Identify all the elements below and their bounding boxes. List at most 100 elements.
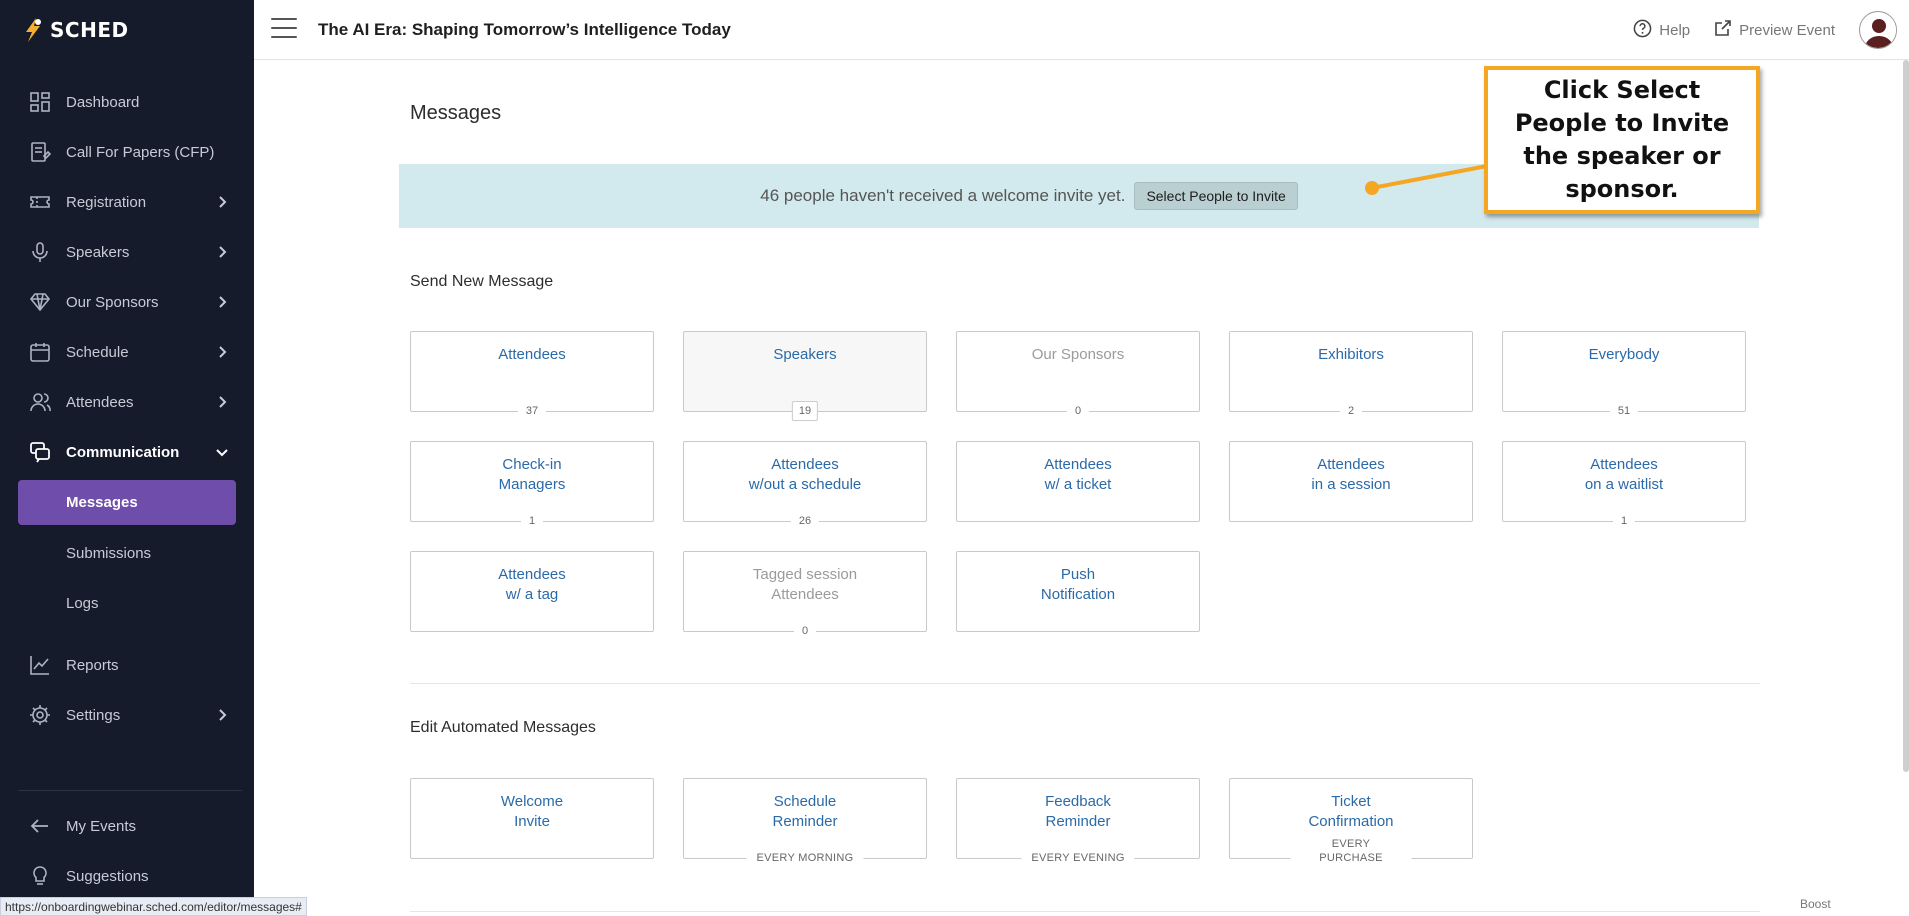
automated-tile-ticket-confirmation[interactable]: Ticket Confirmation EVERY PURCHASE xyxy=(1229,778,1473,865)
top-bar: The AI Era: Shaping Tomorrow’s Intellige… xyxy=(254,0,1909,60)
sidebar-item-attendees[interactable]: Attendees xyxy=(0,377,254,427)
instruction-callout: Click Select People to Invite the speake… xyxy=(1484,66,1760,214)
automated-tile-schedule-reminder[interactable]: Schedule Reminder EVERY MORNING xyxy=(683,778,927,865)
section-divider xyxy=(410,683,1760,684)
sidebar-item-label: Reports xyxy=(66,656,119,674)
calendar-icon xyxy=(28,340,52,364)
chart-icon xyxy=(28,653,52,677)
message-tile-checkin-managers[interactable]: Check-in Managers 1 xyxy=(410,441,654,528)
sidebar-item-suggestions[interactable]: Suggestions xyxy=(0,851,254,901)
gear-icon xyxy=(28,703,52,727)
message-tile-attendees-without-schedule[interactable]: Attendees w/out a schedule 26 xyxy=(683,441,927,528)
tile-count: 37 xyxy=(517,404,547,418)
cfp-icon xyxy=(28,140,52,164)
sched-logo[interactable]: SCHED xyxy=(22,14,129,46)
event-title: The AI Era: Shaping Tomorrow’s Intellige… xyxy=(318,20,731,39)
help-label: Help xyxy=(1659,21,1691,39)
section-divider xyxy=(410,911,1760,912)
sidebar-item-dashboard[interactable]: Dashboard xyxy=(0,77,254,127)
message-tile-push-notification[interactable]: Push Notification xyxy=(956,551,1200,632)
sidebar-subitem-logs[interactable]: Logs xyxy=(0,578,254,628)
sidebar-item-registration[interactable]: Registration xyxy=(0,177,254,227)
chevron-right-icon xyxy=(214,394,230,410)
sidebar: SCHED Dashboard Call For Papers (CFP) Re… xyxy=(0,0,254,916)
sidebar-item-my-events[interactable]: My Events xyxy=(0,801,254,851)
sidebar-item-sponsors[interactable]: Our Sponsors xyxy=(0,277,254,327)
tile-label: Exhibitors xyxy=(1318,346,1384,363)
tile-label: Attendees xyxy=(498,346,566,363)
sidebar-item-communication[interactable]: Communication xyxy=(0,427,254,477)
edit-automated-messages-title: Edit Automated Messages xyxy=(410,719,596,736)
tile-label: Ticket Confirmation xyxy=(1308,793,1394,830)
sidebar-item-speakers[interactable]: Speakers xyxy=(0,227,254,277)
chevron-right-icon xyxy=(214,244,230,260)
sidebar-item-label: Attendees xyxy=(66,393,134,411)
sidebar-bottom-nav: My Events Suggestions xyxy=(0,801,254,901)
automated-tile-feedback-reminder[interactable]: Feedback Reminder EVERY EVENING xyxy=(956,778,1200,865)
tile-frequency: EVERY MORNING xyxy=(746,851,864,865)
sidebar-item-label: Call For Papers (CFP) xyxy=(66,143,215,161)
message-tile-attendees-in-session[interactable]: Attendees in a session xyxy=(1229,441,1473,522)
tile-count: 19 xyxy=(791,401,819,421)
people-icon xyxy=(28,390,52,414)
message-tile-exhibitors[interactable]: Exhibitors 2 xyxy=(1229,331,1473,418)
page-title: Messages xyxy=(410,102,502,124)
tile-label: Attendees w/ a tag xyxy=(498,566,566,603)
tile-frequency: EVERY EVENING xyxy=(1021,851,1135,865)
tile-count: 26 xyxy=(790,514,820,528)
tile-label: Everybody xyxy=(1588,346,1660,363)
message-tile-attendees-with-tag[interactable]: Attendees w/ a tag xyxy=(410,551,654,632)
scrollbar[interactable] xyxy=(1903,60,1909,772)
tile-count: 0 xyxy=(793,624,817,638)
sched-logo-icon xyxy=(22,16,44,44)
help-link[interactable]: Help xyxy=(1633,19,1690,42)
sidebar-item-label: Our Sponsors xyxy=(66,293,159,311)
tile-count: 1 xyxy=(520,514,544,528)
message-tile-tagged-session-attendees[interactable]: Tagged session Attendees 0 xyxy=(683,551,927,638)
tile-label: Our Sponsors xyxy=(1031,346,1125,363)
invite-banner-text: 46 people haven't received a welcome inv… xyxy=(760,186,1126,205)
callout-text: Click Select People to Invite the speake… xyxy=(1514,76,1730,203)
tile-label: Feedback Reminder xyxy=(1045,793,1111,830)
sidebar-subitem-messages[interactable]: Messages xyxy=(18,480,236,525)
ticket-icon xyxy=(28,190,52,214)
sidebar-item-label: Communication xyxy=(66,443,180,461)
automated-tile-welcome-invite[interactable]: Welcome Invite xyxy=(410,778,654,859)
tile-label: Schedule Reminder xyxy=(772,793,838,830)
user-avatar[interactable] xyxy=(1859,11,1897,49)
sidebar-item-label: Speakers xyxy=(66,243,130,261)
tile-count: 0 xyxy=(1066,404,1090,418)
sidebar-item-label: Dashboard xyxy=(66,93,140,111)
dashboard-icon xyxy=(28,90,52,114)
status-bar-url: https://onboardingwebinar.sched.com/edit… xyxy=(0,897,307,916)
select-people-to-invite-button[interactable]: Select People to Invite xyxy=(1134,182,1298,210)
preview-event-label: Preview Event xyxy=(1739,21,1835,39)
sidebar-item-settings[interactable]: Settings xyxy=(0,690,254,740)
chevron-down-icon xyxy=(214,444,230,460)
chevron-right-icon xyxy=(214,707,230,723)
sidebar-item-label: Settings xyxy=(66,706,121,724)
microphone-icon xyxy=(28,240,52,264)
sidebar-subitem-submissions[interactable]: Submissions xyxy=(0,528,254,578)
sidebar-divider xyxy=(18,790,242,791)
preview-event-link[interactable]: Preview Event xyxy=(1714,19,1835,41)
message-tile-attendees[interactable]: Attendees 37 xyxy=(410,331,654,418)
sidebar-item-cfp[interactable]: Call For Papers (CFP) xyxy=(0,127,254,177)
sidebar-item-label: My Events xyxy=(66,817,137,835)
chevron-right-icon xyxy=(214,294,230,310)
sidebar-item-schedule[interactable]: Schedule xyxy=(0,327,254,377)
boost-label[interactable]: Boost xyxy=(1800,897,1831,911)
sidebar-item-label: Suggestions xyxy=(66,867,149,885)
message-tile-everybody[interactable]: Everybody 51 xyxy=(1502,331,1746,418)
tile-count: 51 xyxy=(1609,404,1639,418)
message-tile-our-sponsors[interactable]: Our Sponsors 0 xyxy=(956,331,1200,418)
tile-label: Attendees w/ a ticket xyxy=(1044,456,1112,493)
sidebar-item-reports[interactable]: Reports xyxy=(0,640,254,690)
message-tile-attendees-with-ticket[interactable]: Attendees w/ a ticket xyxy=(956,441,1200,522)
message-tile-attendees-on-waitlist[interactable]: Attendees on a waitlist 1 xyxy=(1502,441,1746,528)
message-tile-speakers[interactable]: Speakers 19 xyxy=(683,331,927,421)
help-icon xyxy=(1633,19,1652,42)
hamburger-menu-icon[interactable] xyxy=(271,18,297,40)
tile-count: 1 xyxy=(1612,514,1636,528)
chat-icon xyxy=(28,440,52,464)
